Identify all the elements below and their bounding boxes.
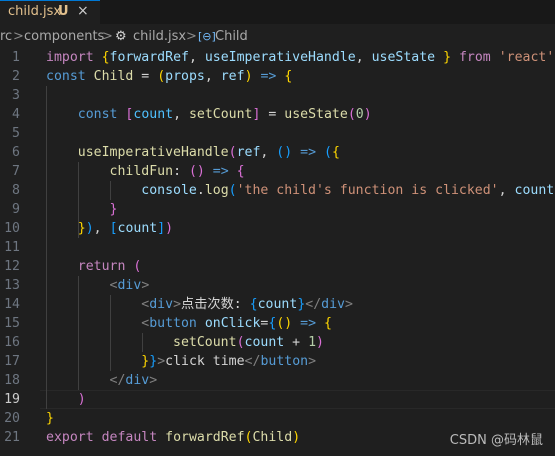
line-number: 12 <box>4 259 20 274</box>
code-line[interactable]: 15 <button onClick={() => { <box>0 314 555 333</box>
watermark: CSDN @码林鼠 <box>449 433 543 448</box>
code-text: childFun: () => { <box>109 164 245 179</box>
line-number: 13 <box>4 278 20 293</box>
code-line[interactable]: 1 import {forwardRef, useImperativeHandle… <box>0 48 555 67</box>
breadcrumb-item-components[interactable]: components <box>24 29 104 44</box>
code-line[interactable]: 3 <box>0 86 555 105</box>
code-text: return ( <box>77 259 142 274</box>
code-line[interactable]: 18 </div> <box>0 371 555 390</box>
code-text: <div>点击次数: {count}</div> <box>141 297 353 312</box>
line-number: 15 <box>4 316 20 331</box>
code-line[interactable]: 10 }), [count]) <box>0 219 555 238</box>
line-number: 19 <box>4 392 20 407</box>
code-editor[interactable]: 1 import {forwardRef, useImperativeHandle… <box>0 48 555 456</box>
tab-filename: child.jsx <box>8 4 62 19</box>
code-line[interactable]: 13 <div> <box>0 276 555 295</box>
line-number: 8 <box>12 183 20 198</box>
code-line[interactable]: 16 setCount(count + 1) <box>0 333 555 352</box>
code-text: ) <box>77 392 86 407</box>
code-text: <div> <box>109 278 150 293</box>
line-number: 6 <box>12 145 20 160</box>
tab-child-jsx[interactable]: child.jsx U × <box>0 0 100 24</box>
code-text: setCount(count + 1) <box>173 335 324 350</box>
line-number: 18 <box>4 373 20 388</box>
code-line[interactable]: 14 <div>点击次数: {count}</div> <box>0 295 555 314</box>
chevron-right-icon: > <box>13 29 24 44</box>
code-line[interactable]: 9 } <box>0 200 555 219</box>
line-number: 20 <box>4 411 20 426</box>
line-number: 3 <box>12 88 20 103</box>
code-text: const [count, setCount] = useState(0) <box>77 107 372 122</box>
code-text: console.log('the child's function is cli… <box>141 183 555 198</box>
code-text: export default forwardRef(Child) <box>46 430 301 445</box>
line-number: 14 <box>4 297 20 312</box>
line-number: 9 <box>12 202 20 217</box>
code-text: const Child = (props, ref) => { <box>46 69 293 84</box>
code-line[interactable]: 11 <box>0 238 555 257</box>
line-number: 1 <box>12 50 20 65</box>
code-line[interactable]: 12 return ( <box>0 257 555 276</box>
line-number: 17 <box>4 354 20 369</box>
line-number: 21 <box>4 430 20 445</box>
code-line[interactable]: 17 }}>click time</button> <box>0 352 555 371</box>
line-number: 7 <box>12 164 20 179</box>
code-line[interactable]: 6 useImperativeHandle(ref, () => ({ <box>0 143 555 162</box>
breadcrumb-item-src[interactable]: rc <box>0 29 12 44</box>
settings-file-icon: ⚙ <box>115 29 127 44</box>
code-text: </div> <box>109 373 158 388</box>
code-line[interactable]: 19 ) <box>0 390 555 409</box>
line-number: 2 <box>12 69 20 84</box>
code-text: <button onClick={() => { <box>141 316 332 331</box>
code-line[interactable]: 20} <box>0 409 555 428</box>
code-text: } <box>46 411 54 426</box>
close-icon[interactable]: × <box>77 3 89 19</box>
line-number: 4 <box>12 107 20 122</box>
code-line[interactable]: 7 childFun: () => { <box>0 162 555 181</box>
code-line[interactable]: 4 const [count, setCount] = useState(0) <box>0 105 555 124</box>
code-text: }), [count]) <box>77 221 174 236</box>
code-text: } <box>109 202 118 217</box>
line-number: 10 <box>4 221 20 236</box>
breadcrumb-item-file[interactable]: child.jsx <box>133 29 186 44</box>
code-line[interactable]: 2 const Child = (props, ref) => { <box>0 67 555 86</box>
line-number: 16 <box>4 335 20 350</box>
tab-bar: child.jsx U × <box>0 0 555 24</box>
code-text: import {forwardRef, useImperativeHandle,… <box>46 50 555 65</box>
chevron-right-icon: > <box>102 29 113 44</box>
code-line[interactable]: 8 console.log('the child's function is c… <box>0 181 555 200</box>
code-text: }}>click time</button> <box>141 354 317 369</box>
line-number: 5 <box>12 126 20 141</box>
symbol-variable-icon: [⊖] <box>198 30 216 43</box>
line-number: 11 <box>4 240 20 255</box>
breadcrumb-item-symbol[interactable]: Child <box>215 29 248 44</box>
code-text: useImperativeHandle(ref, () => ({ <box>77 145 340 160</box>
chevron-right-icon: > <box>186 29 197 44</box>
untracked-status-badge: U <box>58 4 69 19</box>
code-line[interactable]: 5 <box>0 124 555 143</box>
breadcrumb: rc > components > ⚙ child.jsx > [⊖] Chil… <box>0 26 555 48</box>
